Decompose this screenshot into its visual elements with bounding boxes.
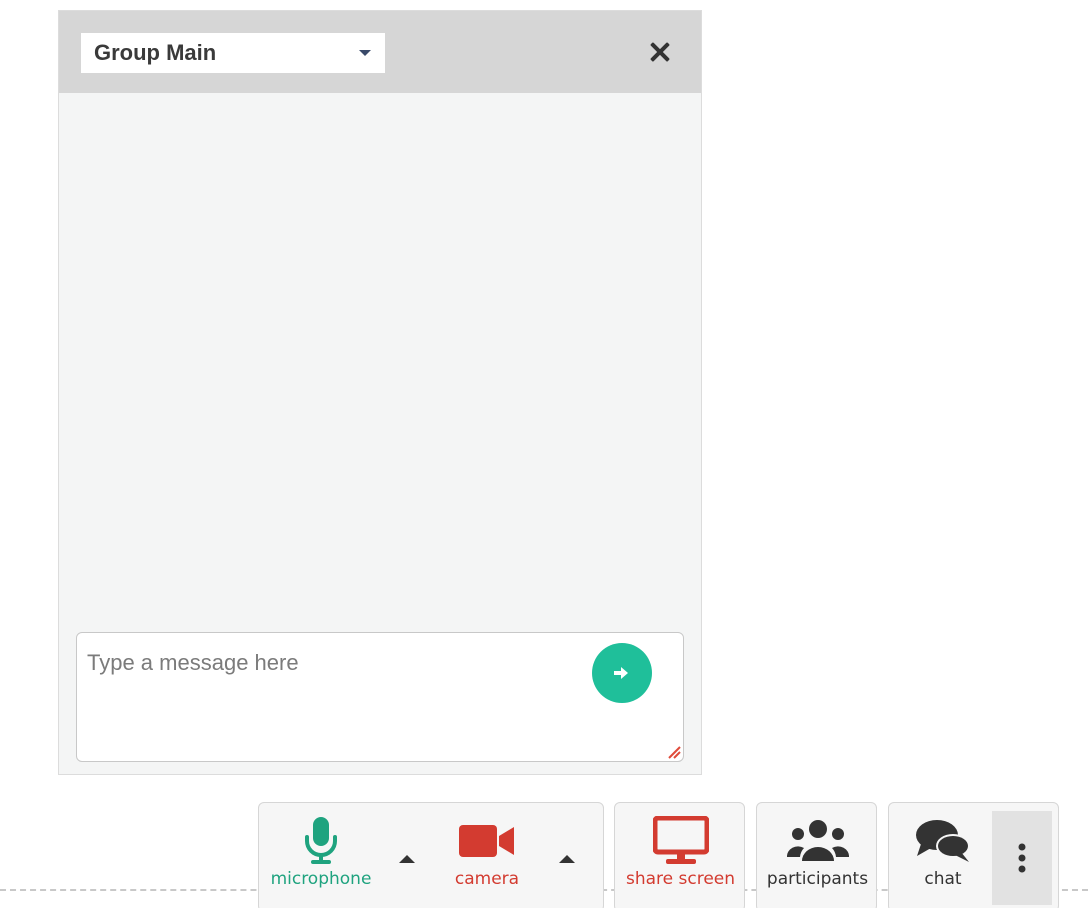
participants-button[interactable]: participants — [757, 803, 878, 908]
message-input[interactable] — [87, 643, 567, 683]
send-button[interactable] — [592, 643, 652, 703]
camera-options-caret-icon[interactable] — [559, 855, 575, 863]
microphone-button[interactable]: microphone — [259, 803, 383, 908]
chat-button[interactable]: chat — [889, 803, 997, 908]
microphone-label: microphone — [270, 869, 372, 889]
chat-group: chat — [888, 802, 1059, 908]
page: Group Main Type a message here microphon… — [0, 0, 1088, 908]
participants-group: participants — [756, 802, 877, 908]
more-options-button[interactable] — [992, 811, 1052, 905]
share-screen-label: share screen — [625, 869, 736, 889]
chat-label: chat — [924, 869, 962, 889]
message-composer — [76, 632, 684, 762]
group-select-value: Group Main — [94, 40, 217, 65]
close-chat-button[interactable] — [647, 39, 673, 65]
chat-panel: Group Main — [58, 10, 702, 775]
vertical-ellipsis-icon — [1018, 843, 1026, 873]
arrow-right-icon — [614, 667, 628, 679]
share-screen-button[interactable]: share screen — [615, 803, 746, 908]
monitor-icon — [652, 816, 709, 864]
microphone-options-caret-icon[interactable] — [399, 855, 415, 863]
share-screen-group: share screen — [614, 802, 745, 908]
camera-label: camera — [454, 869, 520, 889]
media-controls-group: microphone camera — [258, 802, 604, 908]
group-select-dropdown[interactable]: Group Main — [81, 33, 385, 73]
video-camera-icon — [459, 825, 514, 857]
chat-header: Group Main — [59, 11, 701, 93]
participants-label: participants — [766, 869, 869, 889]
comments-icon — [916, 820, 970, 862]
camera-button[interactable]: camera — [429, 803, 545, 908]
users-icon — [786, 820, 849, 861]
resize-handle-icon[interactable] — [665, 743, 681, 759]
microphone-icon — [305, 817, 337, 864]
chevron-down-icon — [359, 50, 371, 56]
